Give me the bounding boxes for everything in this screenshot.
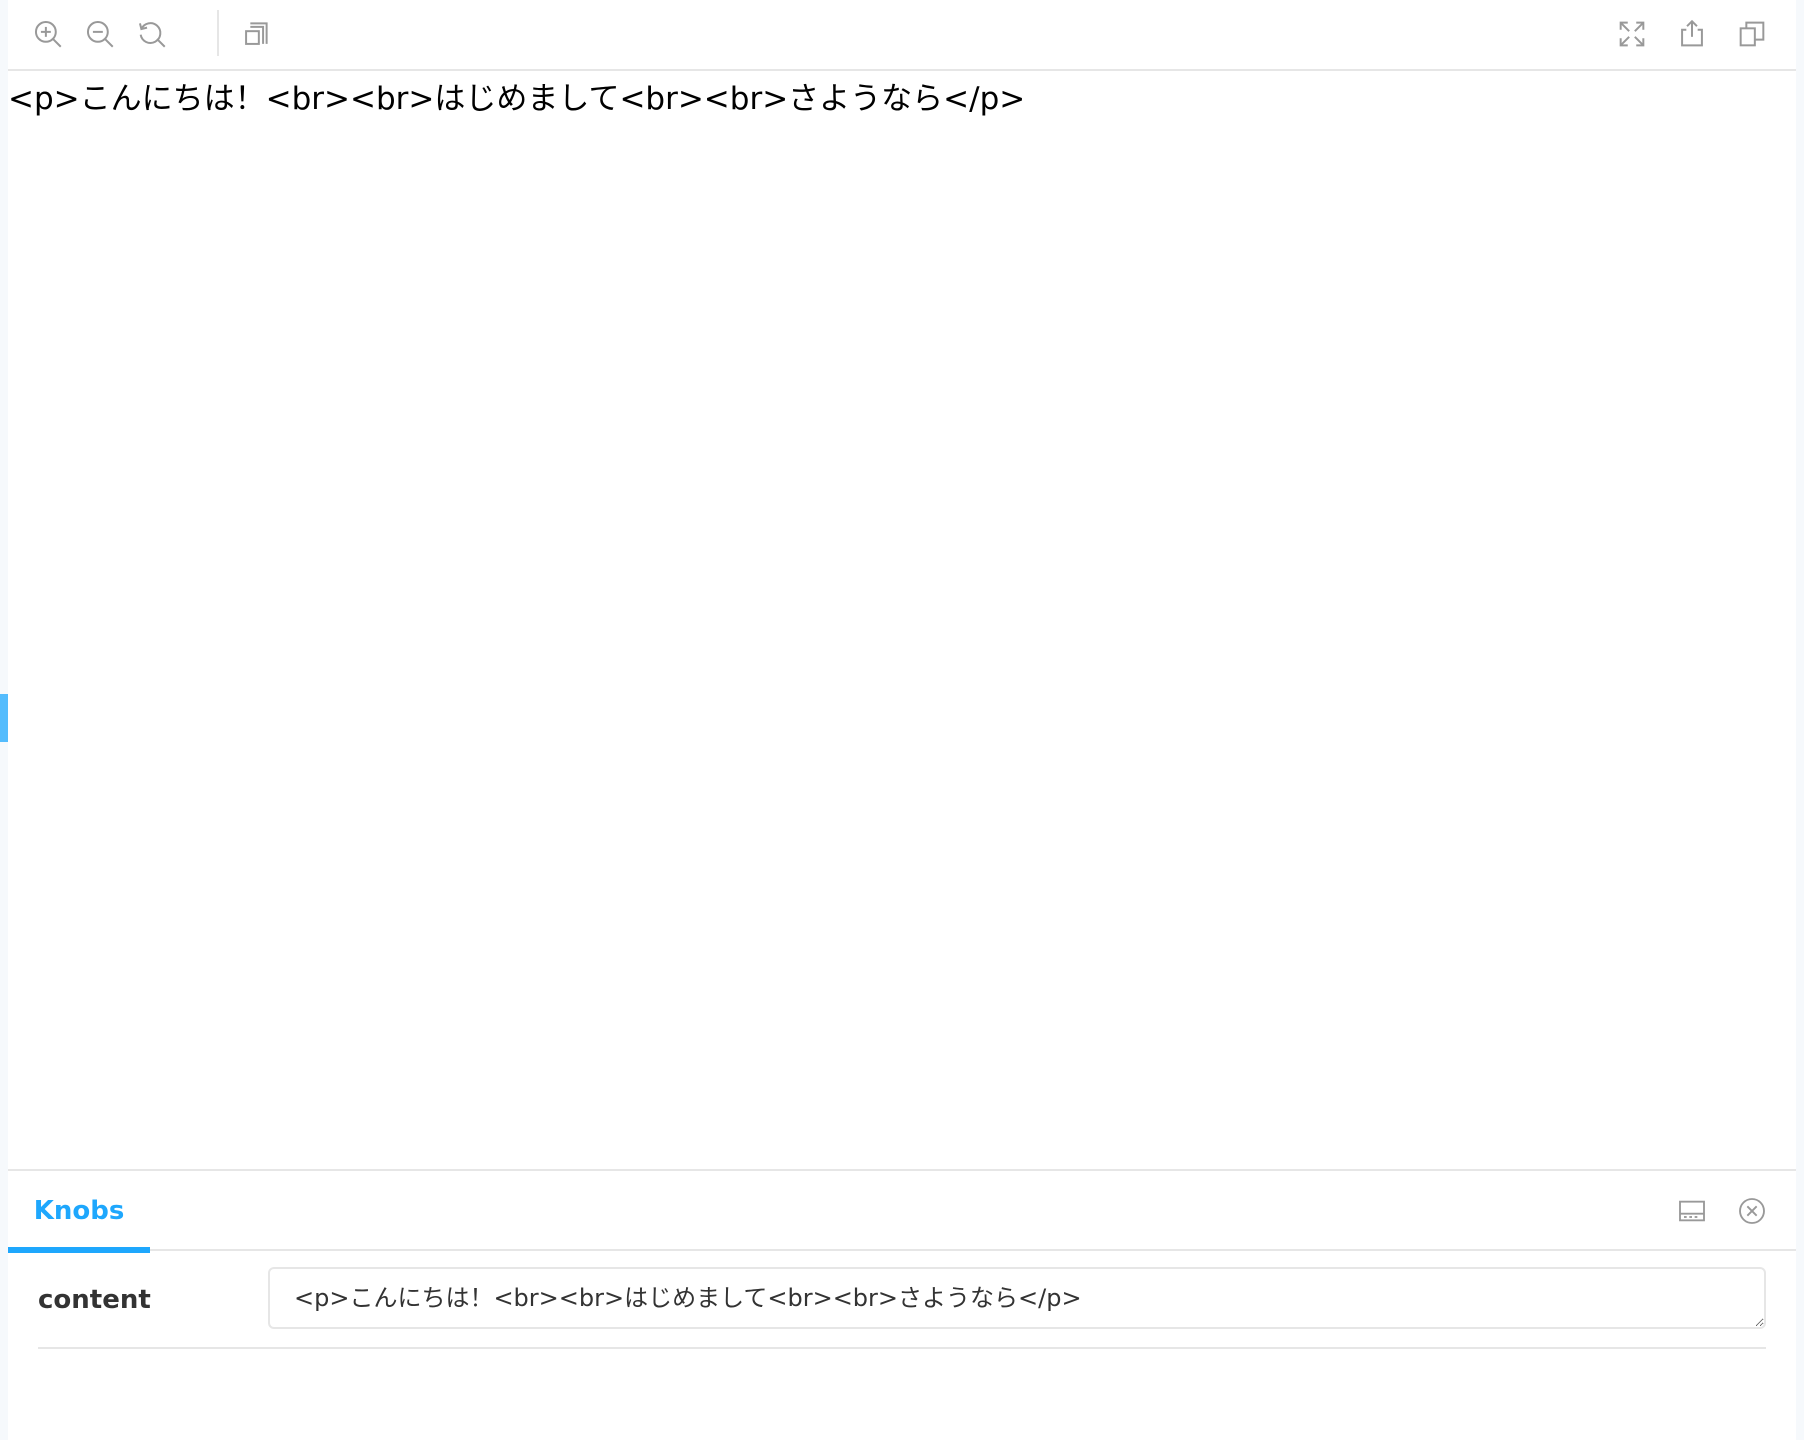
addons-tabbar: Knobs (8, 1171, 1796, 1253)
knob-content-textarea[interactable]: <p>こんにちは！<br><br>はじめまして<br><br>さようなら</p> (268, 1267, 1766, 1329)
addons-panel: Knobs content <p>こんにちは！<br><br>はじめまして<br… (8, 1169, 1796, 1440)
zoom-out-icon (86, 20, 114, 48)
right-gutter (1796, 0, 1804, 1440)
storybook-app: <p>こんにちは！<br><br>はじめまして<br><br>さようなら</p>… (0, 0, 1804, 1440)
zoom-in-button[interactable] (24, 10, 72, 58)
zoom-out-button[interactable] (76, 10, 124, 58)
zoom-reset-button[interactable] (128, 10, 176, 58)
toolbar-divider (217, 10, 219, 56)
close-panel-icon (1739, 1198, 1765, 1224)
zoom-in-icon (34, 20, 62, 48)
tab-knobs-label: Knobs (33, 1196, 125, 1226)
copy-icon (1739, 21, 1765, 47)
preview-toolbar (8, 0, 1796, 71)
fullscreen-button[interactable] (1608, 10, 1656, 58)
story-preview: <p>こんにちは！<br><br>はじめまして<br><br>さようなら</p> (8, 71, 1796, 1169)
panel-position-icon (1679, 1200, 1705, 1222)
share-icon (1681, 19, 1703, 47)
fullscreen-icon (1619, 21, 1645, 47)
zoom-reset-icon (138, 22, 166, 48)
background-toggle-button[interactable] (232, 10, 280, 58)
preview-content-text: <p>こんにちは！<br><br>はじめまして<br><br>さようなら</p> (8, 81, 1026, 117)
knob-label: content (38, 1285, 151, 1315)
sidebar-resize-handle[interactable] (0, 694, 8, 742)
share-button[interactable] (1668, 10, 1716, 58)
copy-link-button[interactable] (1728, 10, 1776, 58)
knob-row-content: content <p>こんにちは！<br><br>はじめまして<br><br>さ… (38, 1251, 1766, 1349)
close-panel-button[interactable] (1730, 1189, 1774, 1233)
toggle-panel-position-button[interactable] (1670, 1189, 1714, 1233)
tab-knobs[interactable]: Knobs (8, 1171, 150, 1253)
background-grid-icon (245, 22, 268, 45)
